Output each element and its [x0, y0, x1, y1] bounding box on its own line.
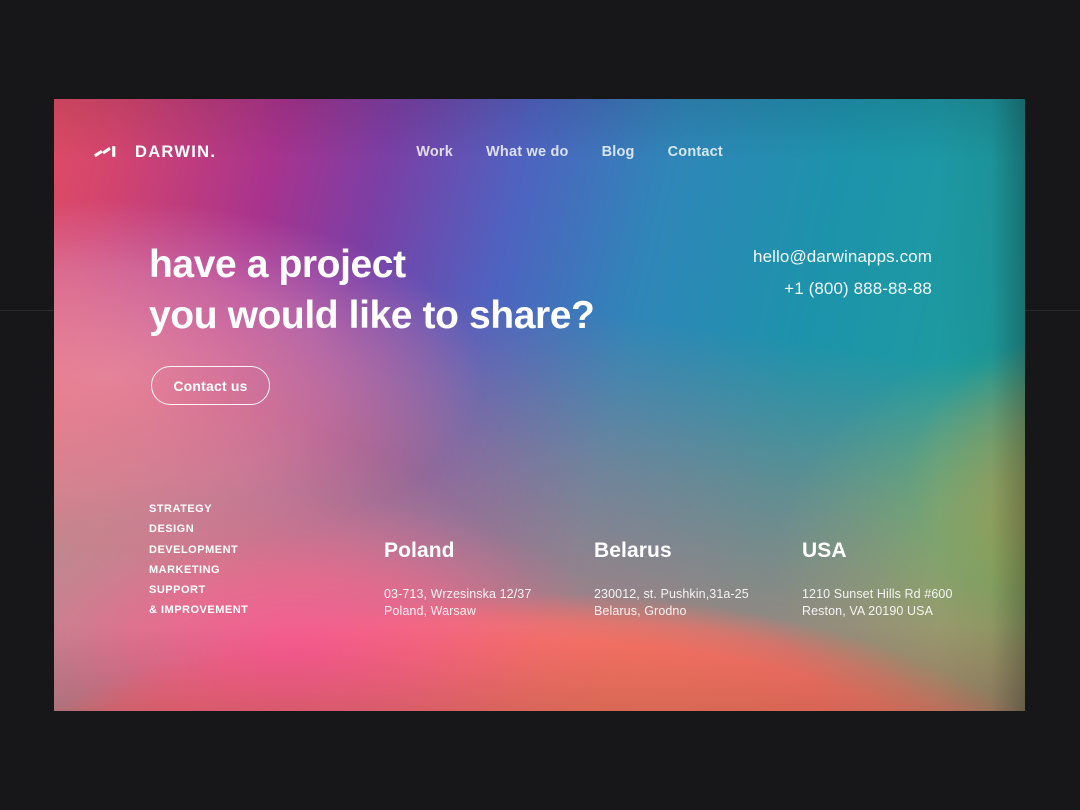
office-usa: USA 1210 Sunset Hills Rd #600 Reston, VA…: [802, 539, 1012, 620]
brand-name: DARWIN.: [135, 142, 217, 161]
office-address-line-2: Poland, Warsaw: [384, 604, 476, 618]
services-list: STRATEGY DESIGN DEVELOPMENT MARKETING SU…: [149, 499, 248, 621]
office-address-line-1: 1210 Sunset Hills Rd #600: [802, 587, 953, 601]
service-item-improvement[interactable]: & IMPROVEMENT: [149, 600, 248, 620]
card-content: DARWIN. Work What we do Blog Contact hav…: [54, 99, 1025, 711]
hero-headline-line-2: you would like to share?: [149, 294, 595, 337]
service-item-support[interactable]: SUPPORT: [149, 580, 248, 600]
contact-phone[interactable]: +1 (800) 888-88-88: [753, 273, 932, 305]
office-address-line-2: Reston, VA 20190 USA: [802, 604, 934, 618]
contact-email[interactable]: hello@darwinapps.com: [753, 241, 932, 273]
nav-item-contact[interactable]: Contact: [668, 144, 723, 160]
office-name: Belarus: [594, 539, 672, 562]
office-name: USA: [802, 539, 847, 562]
hero-headline: have a project you would like to share?: [149, 239, 595, 341]
nav-item-work[interactable]: Work: [416, 144, 453, 160]
office-poland: Poland 03-713, Wrzesinska 12/37 Poland, …: [384, 539, 594, 620]
brand-logo[interactable]: DARWIN.: [94, 143, 216, 162]
contact-us-button[interactable]: Contact us: [151, 366, 270, 405]
nav-item-what-we-do[interactable]: What we do: [486, 144, 569, 160]
service-item-design[interactable]: DESIGN: [149, 519, 248, 539]
darwin-zigzag-mark-icon: [94, 146, 116, 158]
office-name: Poland: [384, 539, 455, 562]
office-address-line-2: Belarus, Grodno: [594, 604, 687, 618]
service-item-marketing[interactable]: MARKETING: [149, 560, 248, 580]
office-address-line-1: 230012, st. Pushkin,31a-25: [594, 587, 749, 601]
hero-contacts: hello@darwinapps.com +1 (800) 888-88-88: [753, 241, 932, 305]
service-item-development[interactable]: DEVELOPMENT: [149, 540, 248, 560]
office-belarus: Belarus 230012, st. Pushkin,31a-25 Belar…: [594, 539, 802, 620]
hero-headline-line-1: have a project: [149, 243, 406, 286]
gradient-hero-card: DARWIN. Work What we do Blog Contact hav…: [54, 99, 1025, 711]
site-header: DARWIN. Work What we do Blog Contact: [94, 135, 985, 169]
nav-item-blog[interactable]: Blog: [602, 144, 635, 160]
main-nav: Work What we do Blog Contact: [416, 144, 723, 160]
service-item-strategy[interactable]: STRATEGY: [149, 499, 248, 519]
page-root: DARWIN. Work What we do Blog Contact hav…: [0, 0, 1080, 810]
office-address-line-1: 03-713, Wrzesinska 12/37: [384, 587, 532, 601]
offices-list: Poland 03-713, Wrzesinska 12/37 Poland, …: [384, 539, 1012, 620]
